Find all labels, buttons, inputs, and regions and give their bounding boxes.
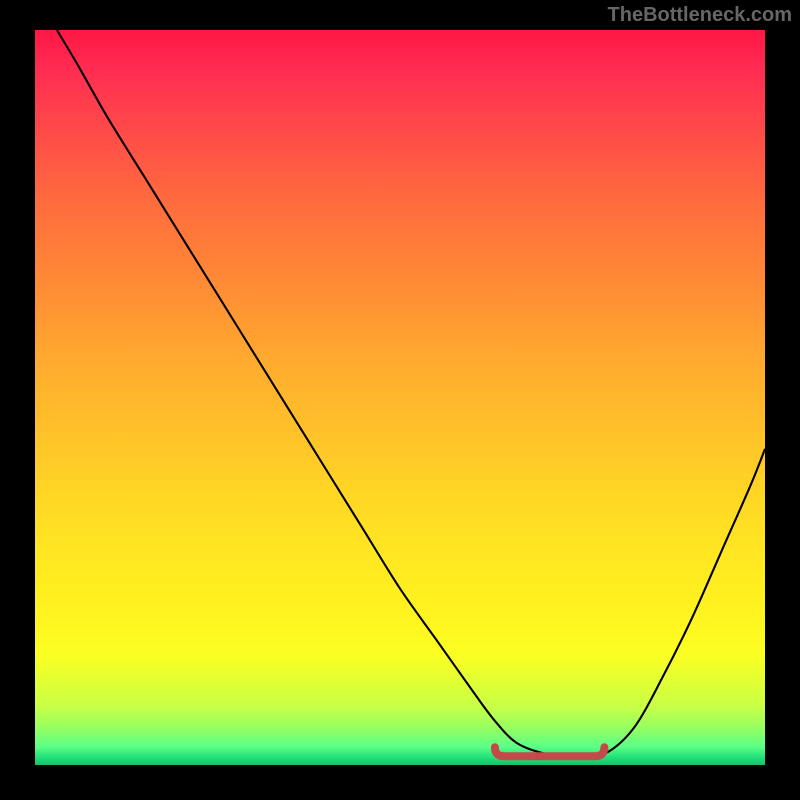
curve-layer [35,30,765,765]
bottleneck-curve [57,30,765,758]
watermark-text: TheBottleneck.com [608,4,792,27]
valley-highlight [495,747,605,756]
plot-area [35,30,765,765]
chart-container: TheBottleneck.com [0,0,800,800]
